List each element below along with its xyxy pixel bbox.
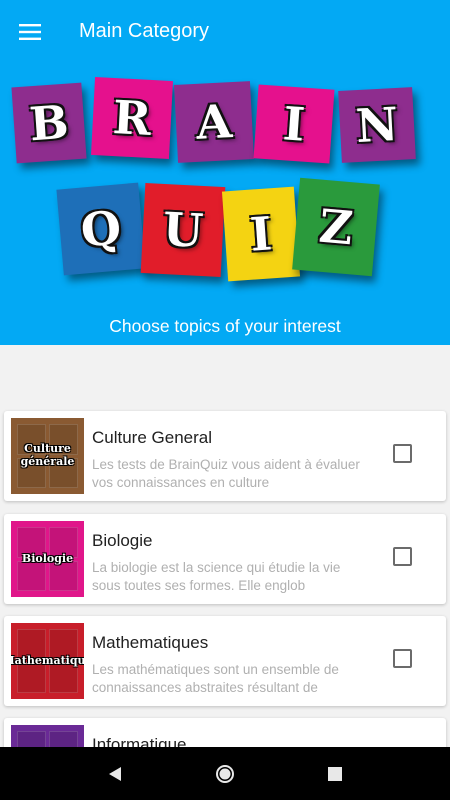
category-thumbnail (11, 725, 84, 747)
hamburger-menu-icon (19, 23, 41, 40)
category-description: Les mathématiques sont un ensemble de co… (92, 662, 339, 695)
brain-quiz-banner: B R A I N Q U I Z Choose topics of your … (0, 63, 450, 345)
logo-tile-i: I (253, 84, 335, 164)
logo-tile-z: Z (292, 177, 380, 277)
category-thumbnail: Mathematique (11, 623, 84, 699)
category-list[interactable]: Culture générale Culture General Les tes… (0, 345, 450, 747)
category-title: Culture General (92, 428, 213, 447)
banner-subtitle: Choose topics of your interest (109, 316, 341, 336)
category-description: Les tests de BrainQuiz vous aident à éva… (92, 457, 360, 490)
category-title: Informatique (92, 735, 187, 747)
category-card[interactable]: Informatique (4, 718, 446, 747)
category-thumbnail-label: Mathematique (11, 653, 84, 667)
category-description: La biologie est la science qui étudie la… (92, 560, 341, 593)
category-thumbnail: Culture générale (11, 418, 84, 494)
category-thumbnail: Biologie (11, 521, 84, 597)
home-circle-icon (216, 764, 234, 783)
home-button[interactable] (205, 754, 245, 794)
back-button[interactable] (95, 754, 135, 794)
logo-tile-a: A (174, 81, 254, 163)
app-bar: Main Category (0, 0, 450, 63)
menu-button[interactable] (0, 0, 60, 63)
category-checkbox[interactable] (393, 649, 412, 668)
recents-button[interactable] (315, 754, 355, 794)
recents-square-icon (328, 766, 342, 781)
logo-tile-i2: I (221, 186, 301, 282)
logo-tile-q: Q (56, 182, 146, 276)
category-title: Biologie (92, 531, 153, 550)
category-thumbnail-label: Culture générale (20, 442, 75, 468)
logo-tile-r: R (91, 77, 173, 159)
logo-tile-u: U (140, 182, 226, 278)
system-navigation-bar (0, 747, 450, 800)
category-card[interactable]: Culture générale Culture General Les tes… (4, 411, 446, 501)
category-card[interactable]: Mathematique Mathematiques Les mathémati… (4, 616, 446, 706)
page-title: Main Category (79, 20, 210, 42)
back-triangle-icon (109, 766, 121, 781)
logo-tile-b: B (11, 82, 87, 164)
category-checkbox[interactable] (393, 547, 412, 566)
logo-tile-n: N (338, 87, 416, 163)
category-title: Mathematiques (92, 633, 209, 652)
category-thumbnail-label: Biologie (21, 551, 74, 565)
category-card[interactable]: Biologie Biologie La biologie est la sci… (4, 514, 446, 604)
category-checkbox[interactable] (393, 444, 412, 463)
